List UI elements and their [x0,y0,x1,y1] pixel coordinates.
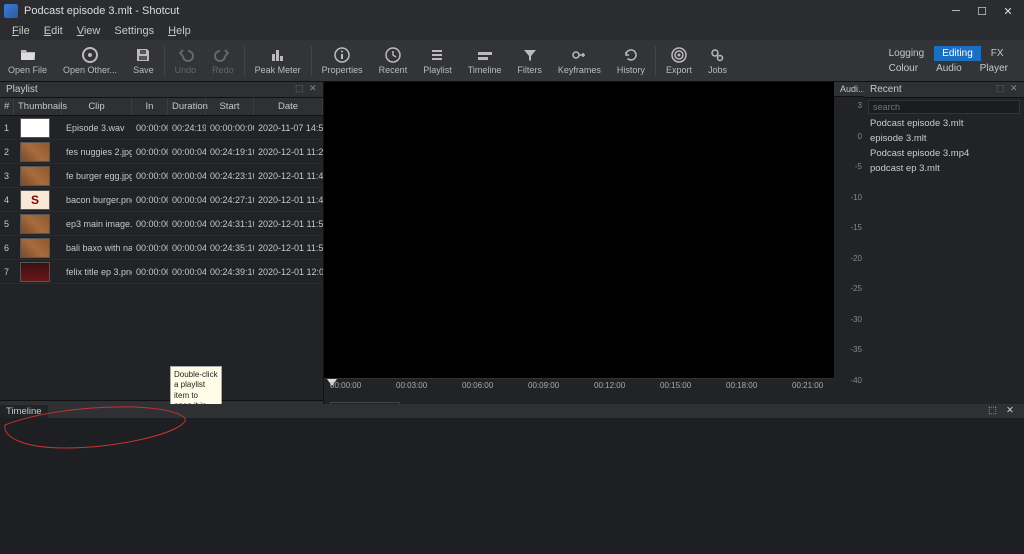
open-file-button[interactable]: Open File [0,44,55,77]
timeline-button[interactable]: Timeline [460,44,510,77]
ruler-tick: 00:09:00 [528,381,559,390]
clock-icon [384,46,402,64]
recent-button[interactable]: Recent [371,44,416,77]
save-button[interactable]: Save [125,44,162,77]
table-row[interactable]: 3fe burger egg.jpg00:00:00:0000:00:04:00… [0,164,323,188]
funnel-icon [521,46,539,64]
layout-switcher: Logging Editing FX Colour Audio Player [881,46,1024,76]
list-item[interactable]: podcast ep 3.mlt [864,161,1024,176]
table-row[interactable]: 1Episode 3.wav00:00:00:0000:24:19:1000:0… [0,116,323,140]
menu-file[interactable]: File [6,25,36,37]
recent-items: Podcast episode 3.mltepisode 3.mltPodcas… [864,116,1024,176]
thumbnail [20,214,50,234]
layout-colour[interactable]: Colour [881,61,926,76]
menu-settings[interactable]: Settings [108,25,160,37]
app-icon [4,4,18,18]
key-icon [570,46,588,64]
filters-button[interactable]: Filters [509,44,550,77]
target-icon [670,46,688,64]
layout-logging[interactable]: Logging [881,46,933,61]
panel-close-icon[interactable]: ✕ [1010,84,1020,94]
panel-close-icon[interactable]: ✕ [1006,405,1020,417]
ruler-tick: 00:12:00 [594,381,625,390]
playlist-body: 1Episode 3.wav00:00:00:0000:24:19:1000:0… [0,116,323,400]
titlebar: Podcast episode 3.mlt - Shotcut ─ ☐ ✕ [0,0,1024,22]
layout-player[interactable]: Player [972,61,1016,76]
menubar: File Edit View Settings Help [0,22,1024,40]
layout-fx[interactable]: FX [983,46,1012,61]
folder-open-icon [19,46,37,64]
preview-panel: 00:00:00 00:03:00 00:06:00 00:09:00 00:12:00… [324,82,834,432]
audio-meter-panel: Audi... 30-5-10-15-20-25-30-35-40-50 L R [834,82,864,432]
thumbnail [20,166,50,186]
panel-float-icon[interactable]: ⬚ [996,84,1006,94]
panel-close-icon[interactable]: ✕ [309,84,319,94]
thumbnail [20,142,50,162]
playlist-title: Playlist [0,82,323,98]
ruler-tick: 00:18:00 [726,381,757,390]
redo-icon [214,46,232,64]
ruler-tick: 00:21:00 [792,381,823,390]
panel-float-icon[interactable]: ⬚ [988,405,1002,417]
video-preview[interactable] [324,82,834,378]
menu-edit[interactable]: Edit [38,25,69,37]
jobs-button[interactable]: Jobs [700,44,735,77]
undo-icon [176,46,194,64]
save-icon [134,46,152,64]
info-icon [333,46,351,64]
main-toolbar: Open File Open Other... Save Undo Redo P… [0,40,1024,82]
audio-title: Audi... [834,82,864,97]
history-icon [622,46,640,64]
recent-search-input[interactable] [868,100,1020,114]
history-button[interactable]: History [609,44,653,77]
minimize-button[interactable]: ─ [950,5,962,17]
layout-editing[interactable]: Editing [934,46,981,61]
close-button[interactable]: ✕ [1002,5,1014,17]
table-row[interactable]: 4Sbacon burger.png00:00:00:0000:00:04:00… [0,188,323,212]
table-row[interactable]: 2fes nuggies 2.jpg00:00:00:0000:00:04:00… [0,140,323,164]
meter-icon [269,46,287,64]
lower-area: Timeline ⬚ ✕ [0,404,1024,554]
peak-meter-button[interactable]: Peak Meter [247,44,309,77]
audio-scale: 30-5-10-15-20-25-30-35-40-50 [834,97,864,419]
gears-icon [708,46,726,64]
table-row[interactable]: 5ep3 main image.jpg00:00:00:0000:00:04:0… [0,212,323,236]
menu-help[interactable]: Help [162,25,197,37]
thumbnail: S [20,190,50,210]
timeline-title: Timeline [0,405,48,418]
open-other-button[interactable]: Open Other... [55,44,125,77]
thumbnail [20,118,50,138]
keyframes-button[interactable]: Keyframes [550,44,609,77]
list-item[interactable]: episode 3.mlt [864,131,1024,146]
ruler-tick: 00:00:00 [330,381,361,390]
maximize-button[interactable]: ☐ [976,5,988,17]
playlist-button[interactable]: Playlist [415,44,460,77]
playlist-header-row: # Thumbnails Clip In Duration Start Date [0,98,323,116]
panel-float-icon[interactable]: ⬚ [295,84,305,94]
table-row[interactable]: 6bali baxo with name.jpg00:00:00:0000:00… [0,236,323,260]
list-item[interactable]: Podcast episode 3.mp4 [864,146,1024,161]
table-row[interactable]: 7felix title ep 3.png00:00:00:0000:00:04… [0,260,323,284]
timeline-body[interactable] [0,418,1024,538]
export-button[interactable]: Export [658,44,700,77]
list-item[interactable]: Podcast episode 3.mlt [864,116,1024,131]
menu-view[interactable]: View [71,25,107,37]
layout-audio[interactable]: Audio [928,61,970,76]
ruler-tick: 00:03:00 [396,381,427,390]
thumbnail [20,238,50,258]
timeline-icon [476,46,494,64]
recent-panel: Recent ⬚✕ Podcast episode 3.mltepisode 3… [864,82,1024,432]
playlist-panel: Playlist ⬚ ✕ # Thumbnails Clip In Duratio… [0,82,324,432]
properties-button[interactable]: Properties [314,44,371,77]
thumbnail [20,262,50,282]
window-title: Podcast episode 3.mlt - Shotcut [24,5,950,17]
ruler-tick: 00:15:00 [660,381,691,390]
ruler-tick: 00:06:00 [462,381,493,390]
list-icon [428,46,446,64]
time-ruler[interactable]: 00:00:00 00:03:00 00:06:00 00:09:00 00:12:00… [324,378,834,400]
disc-icon [81,46,99,64]
undo-button[interactable]: Undo [167,44,205,77]
redo-button[interactable]: Redo [204,44,242,77]
